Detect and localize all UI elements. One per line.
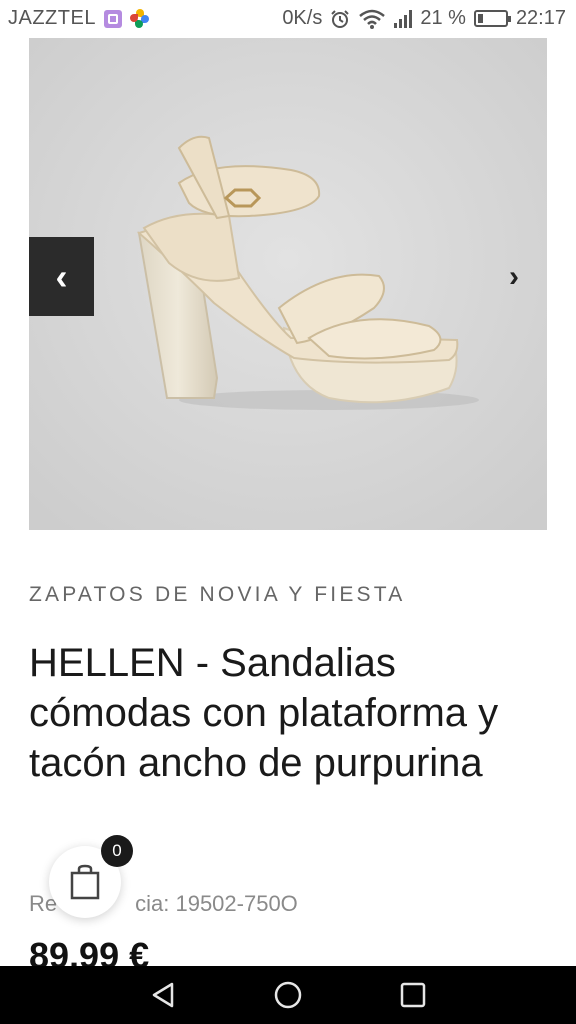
chevron-right-icon: ›	[509, 260, 519, 293]
carrier-name: JAZZTEL	[8, 7, 96, 29]
navigation-bar	[0, 966, 576, 1024]
battery-icon	[473, 10, 511, 27]
cart-count-badge: 0	[101, 835, 133, 867]
signal-icon	[394, 9, 413, 28]
status-left: JAZZTEL	[8, 7, 150, 30]
product-category[interactable]: ZAPATOS DE NOVIA Y FIESTA	[29, 583, 405, 607]
alarm-icon	[331, 9, 350, 28]
recents-button[interactable]	[393, 975, 433, 1015]
clock: 22:17	[515, 7, 566, 29]
home-icon	[274, 981, 302, 1009]
sandal-illustration	[29, 38, 547, 530]
home-button[interactable]	[268, 975, 308, 1015]
product-image[interactable]	[29, 38, 547, 530]
network-speed: 0K/s	[282, 7, 323, 29]
shopping-bag-icon	[70, 864, 100, 900]
recents-icon	[401, 982, 426, 1008]
app-badge-icon	[103, 9, 122, 28]
photos-icon	[129, 8, 150, 29]
battery-percent: 21 %	[420, 7, 466, 29]
status-right: 0K/s 21 % 22:17	[282, 7, 566, 30]
reference-value: cia: 19502-750O	[135, 891, 298, 916]
wifi-icon	[359, 9, 386, 29]
battery-fill	[477, 14, 483, 23]
back-icon	[152, 982, 173, 1008]
next-image-button[interactable]: ›	[496, 255, 532, 299]
previous-image-button[interactable]: ‹	[29, 237, 94, 316]
status-bar: JAZZTEL 0K/s 21 % 22:17	[0, 0, 576, 38]
chevron-left-icon: ‹	[55, 255, 68, 297]
back-button[interactable]	[143, 975, 183, 1015]
product-title: HELLEN - Sandalias cómodas con plataform…	[29, 641, 499, 785]
